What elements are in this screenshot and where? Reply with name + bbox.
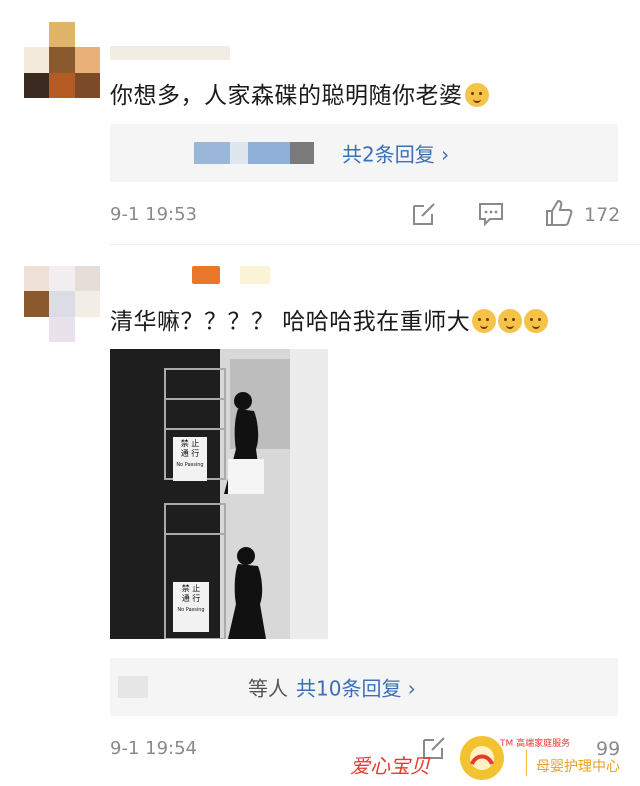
watermark-left-text: 爱心宝贝 (350, 754, 430, 778)
avatar[interactable] (24, 266, 100, 342)
photo-scene (110, 494, 328, 639)
photo-sign-en: No Passing (177, 607, 205, 613)
comment-text: 清华嘛？？？？ 哈哈哈我在重师大 (110, 302, 549, 336)
comment-time: 9-1 19:53 (110, 204, 197, 225)
username-blurred[interactable] (110, 46, 230, 60)
photo-frame-top (110, 349, 328, 494)
doge-face-icon (472, 309, 497, 333)
comment-text: 你想多，人家森碟的聪明随你老婆 (110, 76, 489, 110)
photo-sign: 禁 止 通 行 (181, 584, 201, 603)
like-count: 172 (584, 204, 621, 226)
sun-logo-icon (460, 736, 504, 780)
watermark-logo: 爱心宝贝 TM 高端家庭服务 母婴护理中心 (348, 732, 640, 786)
replies-prefix: 等人 (248, 676, 288, 701)
watermark-divider (526, 750, 527, 776)
thumbs-up-icon[interactable] (544, 198, 574, 228)
replies-box[interactable]: 等人 共10条回复 › (110, 658, 618, 716)
username-blurred[interactable] (192, 266, 220, 284)
photo-sign: 禁 止 通 行 (180, 439, 200, 458)
comment-bubble-icon[interactable] (477, 200, 505, 228)
photo-scene (110, 349, 328, 494)
photo-frame-bottom (110, 494, 328, 639)
replies-box[interactable]: 共2条回复 › (110, 124, 618, 182)
replies-count: 共10条回复 › (296, 676, 416, 701)
reply-users-blurred (194, 142, 314, 164)
watermark-tm-text: TM 高端家庭服务 (500, 739, 571, 749)
avatar[interactable] (24, 22, 100, 98)
replies-link[interactable]: 等人 共10条回复 › (248, 673, 416, 702)
watermark-right-text: 母婴护理中心 (536, 759, 620, 775)
reply-users-blurred (118, 676, 148, 698)
comment-time: 9-1 19:54 (110, 738, 197, 759)
doge-face-icon (524, 309, 549, 333)
divider (110, 244, 640, 245)
edit-share-icon[interactable] (410, 200, 438, 228)
doge-face-icon (464, 83, 489, 107)
username-blurred[interactable] (240, 266, 270, 284)
doge-face-icon (498, 309, 523, 333)
photo-sign-en: No Passing (176, 462, 204, 468)
replies-link[interactable]: 共2条回复 › (342, 139, 449, 168)
comment-photo[interactable]: 禁 止 通 行 No Passing 禁 止 通 行 No Passing (110, 349, 328, 639)
